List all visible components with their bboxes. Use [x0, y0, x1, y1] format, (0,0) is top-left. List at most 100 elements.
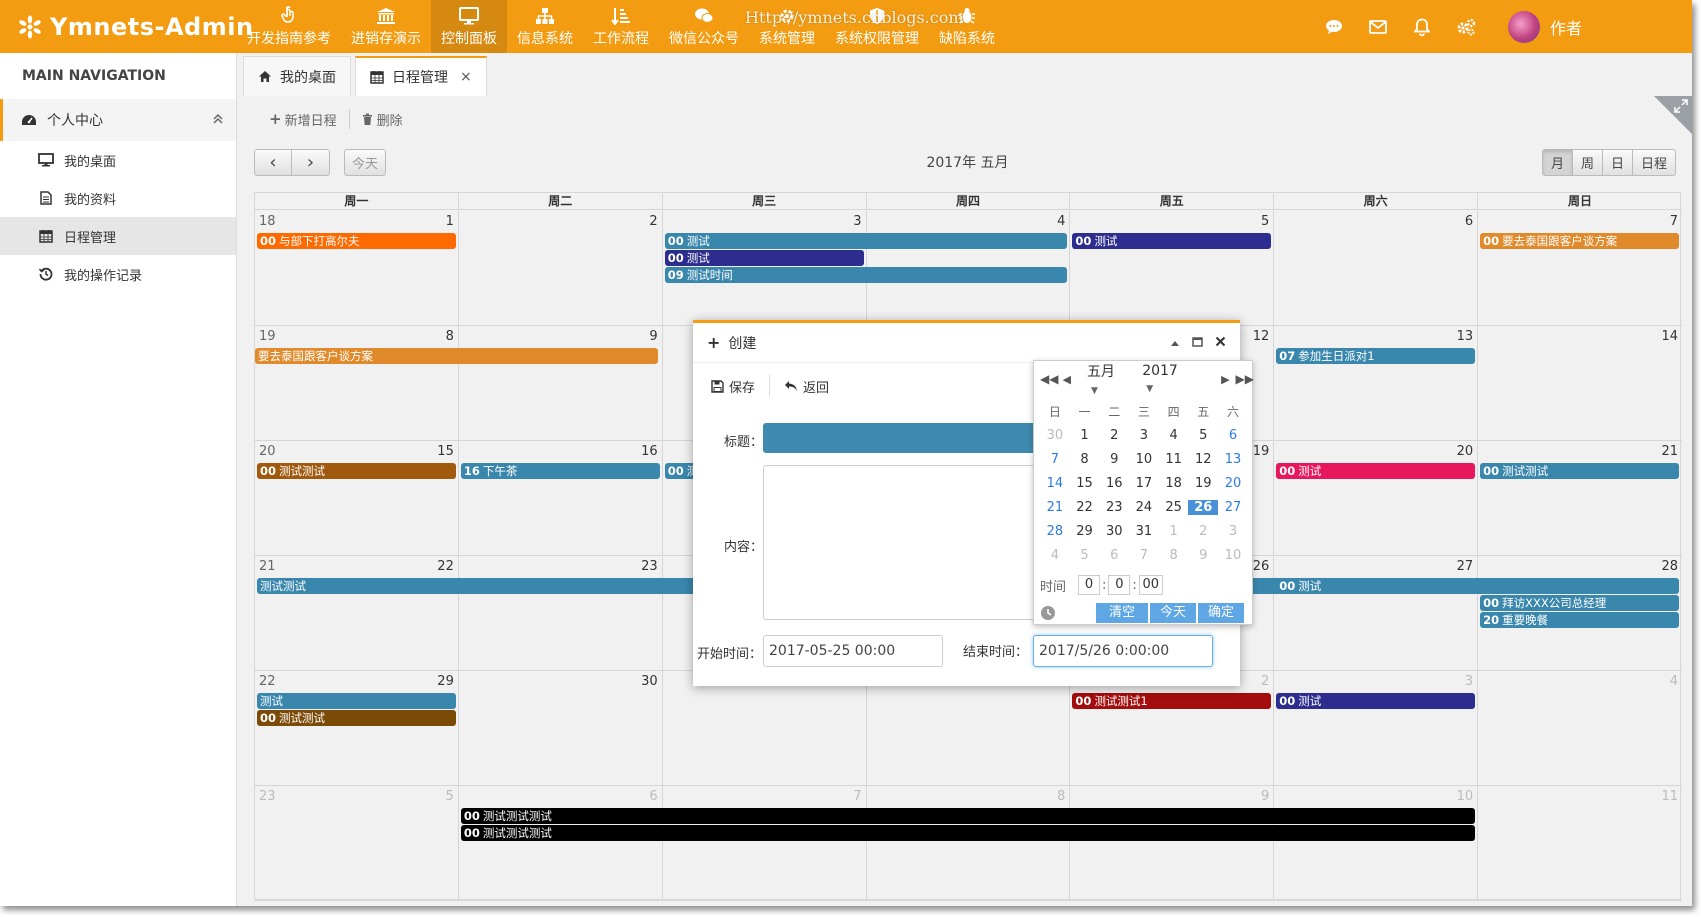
back-button[interactable]: 返回	[784, 377, 839, 396]
calendar-day-cell[interactable]: 21 22	[255, 556, 459, 671]
date-picker-day[interactable]: 26	[1188, 499, 1219, 515]
date-picker-day[interactable]: 2	[1188, 524, 1218, 539]
date-picker-day[interactable]: 25	[1159, 500, 1189, 515]
calendar-event[interactable]: 09 测试时间	[664, 267, 1068, 283]
avatar[interactable]	[1507, 10, 1540, 43]
view-month-button[interactable]: 月	[1541, 149, 1573, 176]
date-picker-day[interactable]: 17	[1129, 476, 1159, 491]
end-time-input[interactable]: 2017/5/26 0:00:00	[1033, 635, 1213, 667]
start-time-input[interactable]: 2017-05-25 00:00	[763, 635, 943, 667]
calendar-day-cell[interactable]: 20	[1274, 441, 1479, 556]
notifications-button[interactable]	[1400, 0, 1444, 53]
date-picker-day[interactable]: 5	[1070, 548, 1100, 563]
view-agenda-button[interactable]: 日程	[1632, 149, 1676, 176]
date-picker-day[interactable]: 9	[1188, 548, 1218, 563]
today-button[interactable]: 今天	[1150, 603, 1196, 623]
calendar-day-cell[interactable]: 18 1	[255, 211, 459, 326]
date-picker-day[interactable]: 30	[1099, 524, 1129, 539]
maximize-icon[interactable]	[1192, 335, 1203, 351]
date-picker-day[interactable]: 18	[1159, 476, 1189, 491]
date-picker-day[interactable]: 23	[1099, 500, 1129, 515]
save-button[interactable]: 保存	[711, 377, 765, 396]
date-picker-day[interactable]: 10	[1129, 452, 1159, 467]
date-picker-day[interactable]: 24	[1129, 500, 1159, 515]
calendar-day-cell[interactable]: 23	[459, 556, 663, 671]
user-name[interactable]: 作者	[1550, 15, 1582, 39]
date-picker-day[interactable]: 3	[1218, 524, 1248, 539]
calendar-event[interactable]: 00 测试测试测试	[460, 808, 1476, 824]
calendar-day-cell[interactable]: 9	[1070, 786, 1275, 901]
date-picker-day[interactable]: 1	[1159, 524, 1189, 539]
close-icon[interactable]	[1215, 335, 1226, 351]
calendar-event[interactable]: 00 测试测试	[1480, 463, 1679, 479]
date-picker-day[interactable]: 7	[1129, 548, 1159, 563]
calendar-day-cell[interactable]: 13	[1274, 326, 1479, 441]
logo[interactable]: Ymnets-Admin	[18, 0, 254, 53]
calendar-event[interactable]: 00 与部下打高尔夫	[257, 233, 456, 249]
calendar-day-cell[interactable]: 27	[1274, 556, 1479, 671]
date-picker-day[interactable]: 22	[1070, 500, 1100, 515]
calendar-event[interactable]: 07 参加生日派对1	[1276, 348, 1476, 364]
month-select[interactable]: 五月 ▼	[1087, 361, 1130, 397]
date-picker-day[interactable]: 30	[1040, 428, 1070, 443]
calendar-event[interactable]: 00 拜访XXX公司总经理	[1480, 595, 1679, 611]
calendar-event[interactable]: 00 测试测试测试	[460, 825, 1476, 841]
calendar-event[interactable]: 00测试	[1276, 693, 1476, 709]
calendar-event[interactable]: 20 重要晚餐	[1480, 612, 1679, 628]
topnav-info-system[interactable]: 信息系统	[507, 0, 583, 53]
date-picker-day[interactable]: 1	[1070, 428, 1100, 443]
ok-button[interactable]: 确定	[1198, 603, 1244, 623]
minute-input[interactable]: 0	[1108, 575, 1131, 595]
calendar-event[interactable]: 00 测试测试	[257, 710, 456, 726]
date-picker-day[interactable]: 4	[1159, 428, 1189, 443]
topnav-workflow[interactable]: 工作流程	[583, 0, 659, 53]
calendar-day-cell[interactable]: 9	[459, 326, 663, 441]
date-picker-day[interactable]: 19	[1188, 476, 1218, 491]
calendar-day-cell[interactable]: 6	[1274, 211, 1479, 326]
date-picker-day[interactable]: 8	[1159, 548, 1189, 563]
calendar-event[interactable]: 00测试	[664, 233, 1068, 249]
date-picker-day[interactable]: 6	[1218, 428, 1248, 443]
calendar-day-cell[interactable]: 10	[1274, 786, 1479, 901]
view-day-button[interactable]: 日	[1602, 149, 1633, 176]
date-picker-day[interactable]: 2	[1099, 428, 1129, 443]
date-picker-day[interactable]: 27	[1218, 500, 1248, 515]
tab-schedule[interactable]: 日程管理 ×	[355, 56, 487, 96]
sidebar-group-personal-center[interactable]: 个人中心	[0, 99, 236, 141]
prev-month-icon[interactable]: ◀	[1062, 373, 1070, 386]
date-picker-day[interactable]: 5	[1188, 428, 1218, 443]
date-picker-day[interactable]: 15	[1070, 476, 1100, 491]
calendar-day-cell[interactable]: 4	[1478, 671, 1682, 786]
next-year-icon[interactable]: ▶▶	[1236, 372, 1254, 386]
calendar-event[interactable]: 测试	[257, 693, 456, 709]
calendar-event[interactable]: 00 要去泰国跟客户谈方案	[1480, 233, 1679, 249]
date-picker-day[interactable]: 9	[1099, 452, 1129, 467]
tab-close-button[interactable]: ×	[460, 69, 472, 85]
date-picker-day[interactable]: 6	[1099, 548, 1129, 563]
expand-icon[interactable]	[1674, 99, 1688, 113]
calendar-event[interactable]: 00 测试测试	[257, 463, 456, 479]
collapse-icon[interactable]	[1170, 335, 1180, 351]
clock-icon[interactable]	[1040, 605, 1056, 621]
next-month-icon[interactable]: ▶	[1221, 373, 1229, 386]
sidebar-item-my-desktop[interactable]: 我的桌面	[0, 141, 236, 179]
topnav-control-panel[interactable]: 控制面板	[431, 0, 507, 53]
calendar-event[interactable]: 00 测试测试1	[1072, 693, 1272, 709]
calendar-day-cell[interactable]: 5	[1070, 211, 1275, 326]
mail-button[interactable]	[1356, 0, 1400, 53]
date-picker-day[interactable]: 14	[1040, 476, 1070, 491]
calendar-day-cell[interactable]: 21	[1478, 441, 1682, 556]
calendar-day-cell[interactable]: 31	[663, 671, 867, 786]
date-picker-day[interactable]: 28	[1040, 524, 1070, 539]
date-picker-day[interactable]: 11	[1159, 452, 1189, 467]
date-picker-day[interactable]: 12	[1188, 452, 1218, 467]
calendar-day-cell[interactable]: 7	[663, 786, 867, 901]
topnav-inventory[interactable]: 进销存演示	[341, 0, 431, 53]
date-picker-day[interactable]: 8	[1070, 452, 1100, 467]
calendar-event[interactable]: 00测试	[1072, 233, 1272, 249]
calendar-day-cell[interactable]: 30	[459, 671, 663, 786]
calendar-day-cell[interactable]: 7	[1478, 211, 1682, 326]
date-picker-day[interactable]: 29	[1070, 524, 1100, 539]
settings-button[interactable]	[1444, 0, 1488, 53]
delete-button[interactable]: 删除	[354, 110, 411, 129]
